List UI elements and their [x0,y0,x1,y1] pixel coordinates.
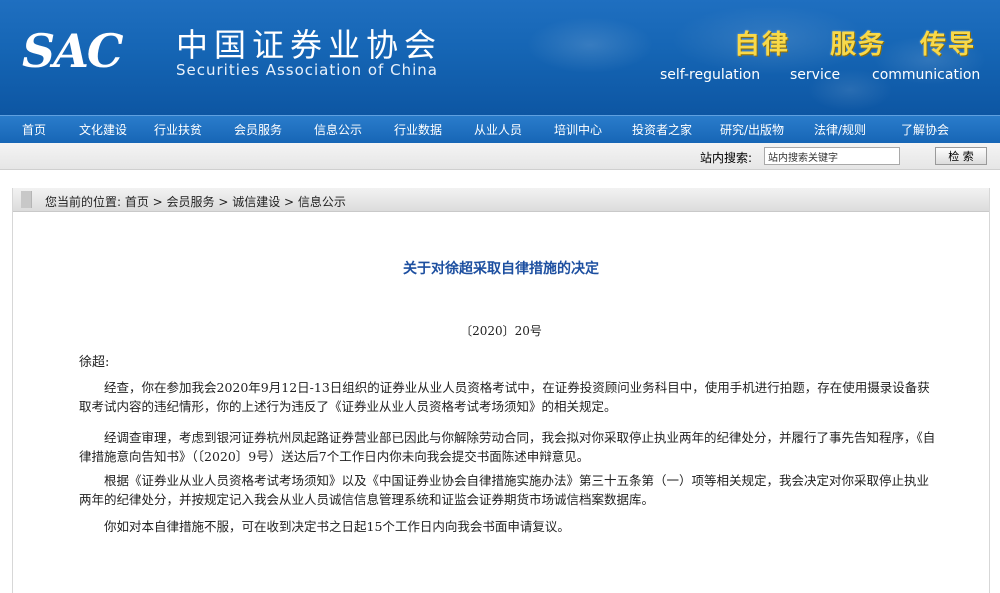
breadcrumb-marker-icon [21,191,32,208]
paragraph-3: 根据《证券业从业人员资格考试考场须知》以及《中国证券业协会自律措施实施办法》第三… [79,473,930,507]
search-label: 站内搜索: [700,151,753,165]
nav-item-home[interactable]: 首页 [0,116,68,144]
slogan-en-service: service [790,67,841,83]
slogan-service: 服务 [830,30,887,60]
sac-logo[interactable]: SAC [22,24,124,78]
document-number: 〔2020〕20号 [460,324,542,338]
nav-item-practitioners[interactable]: 从业人员 [458,116,538,144]
breadcrumb-bar: 您当前的位置: 首页 > 会员服务 > 诚信建设 > 信息公示 [13,188,989,212]
nav-item-disclosure[interactable]: 信息公示 [298,116,378,144]
nav-item-law-rules[interactable]: 法律/规则 [798,116,882,144]
slogan-en-self-regulation: self-regulation [660,67,761,83]
nav-item-research[interactable]: 研究/出版物 [706,116,798,144]
slogan-en-communication: communication [872,67,981,83]
site-header: SAC 中国证券业协会 Securities Association of Ch… [0,0,1000,115]
paragraph-2: 经调查审理，考虑到银河证券杭州凤起路证券营业部已因此与你解除劳动合同，我会拟对你… [79,430,936,464]
nav-item-poverty-relief[interactable]: 行业扶贫 [138,116,218,144]
nav-item-about[interactable]: 了解协会 [882,116,968,144]
nav-item-training[interactable]: 培训中心 [538,116,618,144]
nav-item-culture[interactable]: 文化建设 [68,116,138,144]
org-name-cn: 中国证券业协会 [176,26,443,64]
salutation: 徐超: [79,355,110,370]
nav-item-industry-data[interactable]: 行业数据 [378,116,458,144]
search-input[interactable] [764,147,900,165]
slogan-communication: 传导 [920,30,977,60]
search-button[interactable]: 检 索 [935,147,987,165]
logo-text: SAC [22,24,124,78]
slogan-self-regulation: 自律 [734,30,791,60]
nav-item-member-service[interactable]: 会员服务 [218,116,298,144]
search-bar: 站内搜索: 检 索 [0,143,1000,170]
paragraph-4: 你如对本自律措施不服，可在收到决定书之日起15个工作日内向我会书面申请复议。 [104,519,570,534]
nav-item-investors[interactable]: 投资者之家 [618,116,706,144]
paragraph-1: 经查，你在参加我会2020年9月12日-13日组织的证券业从业人员资格考试中，在… [79,380,930,414]
breadcrumb: 您当前的位置: 首页 > 会员服务 > 诚信建设 > 信息公示 [45,195,346,209]
org-name-en: Securities Association of China [176,61,438,79]
main-nav: 首页 文化建设 行业扶贫 会员服务 信息公示 行业数据 从业人员 培训中心 投资… [0,115,1000,144]
page-title: 关于对徐超采取自律措施的决定 [403,261,599,277]
content-panel: 您当前的位置: 首页 > 会员服务 > 诚信建设 > 信息公示 关于对徐超采取自… [12,188,990,593]
